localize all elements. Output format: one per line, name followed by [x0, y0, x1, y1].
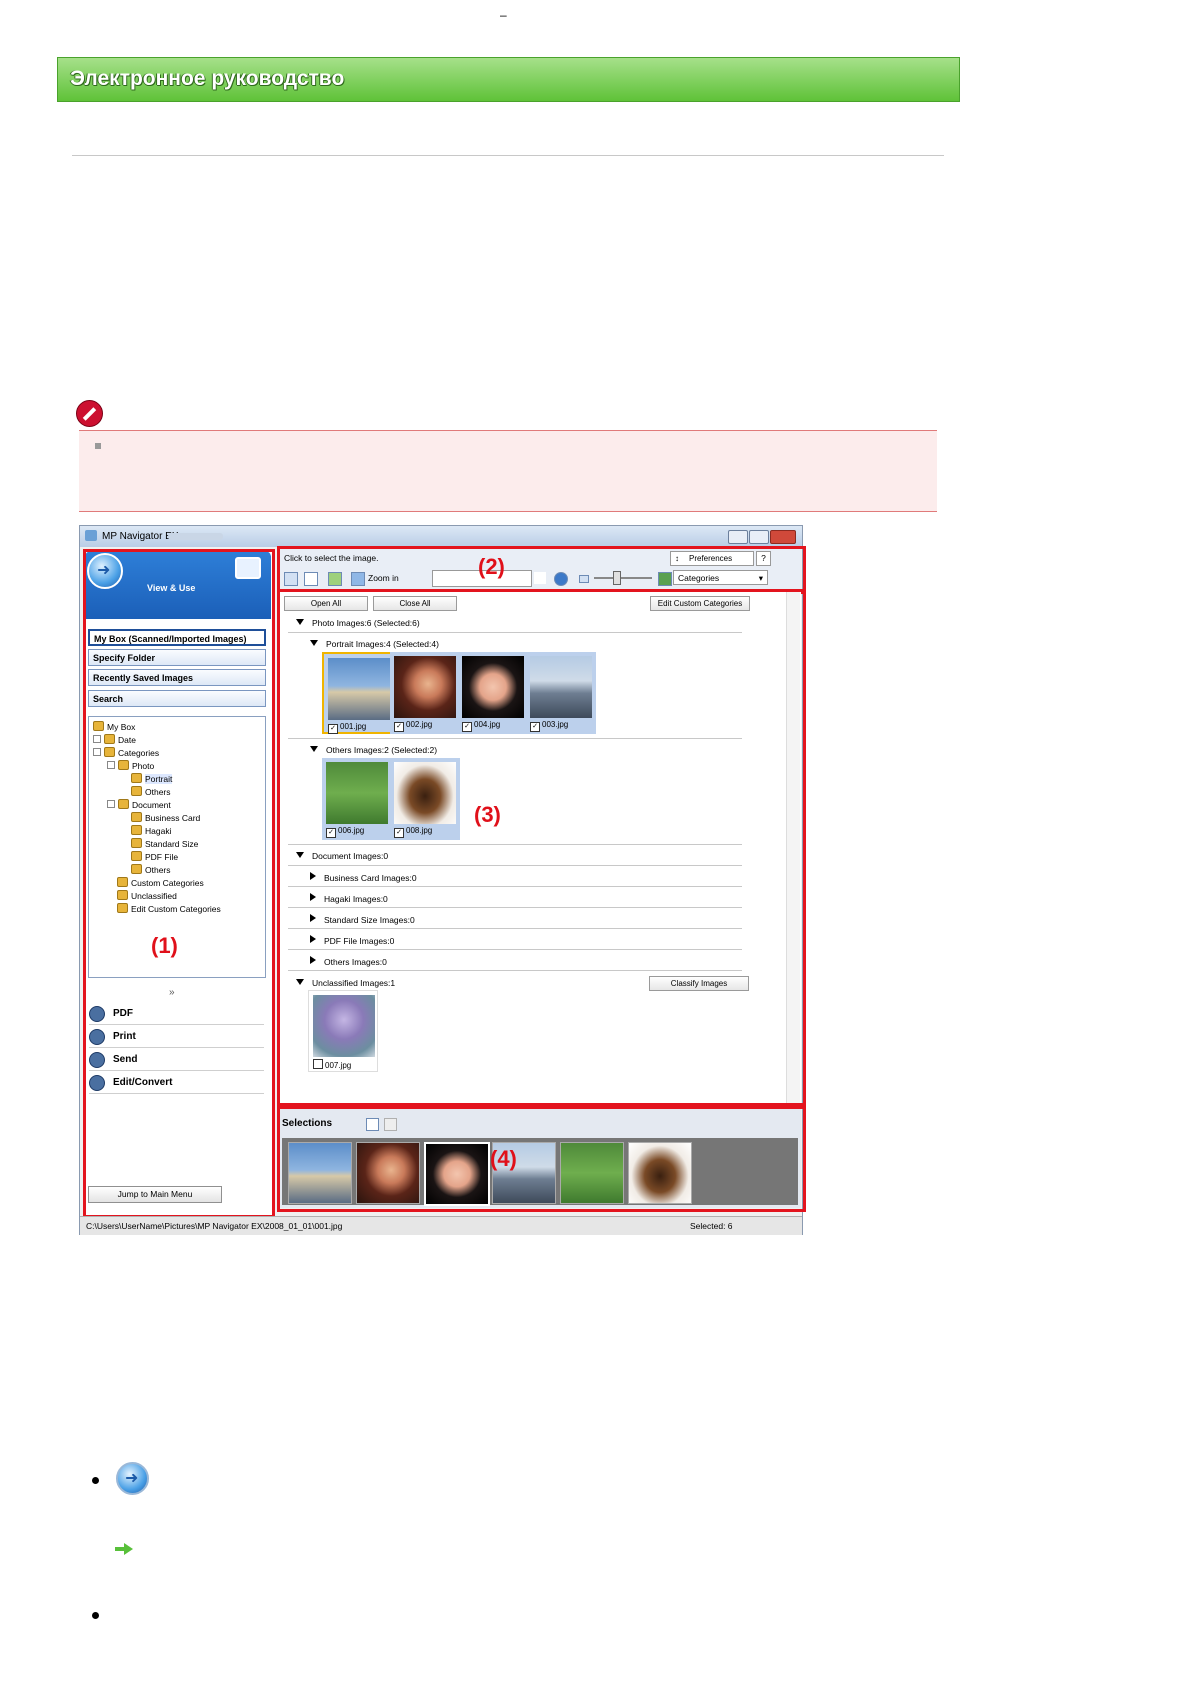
status-bar: C:\Users\UserName\Pictures\MP Navigator … — [80, 1216, 802, 1235]
arrow-right-icon[interactable] — [115, 1543, 133, 1555]
mp-navigator-window: MP Navigator EX View & Use My Box (Scann… — [79, 525, 806, 1235]
highlight-box-3 — [277, 589, 806, 1106]
caution-box — [79, 430, 937, 512]
bullet — [92, 1612, 99, 1619]
left-pane: View & Use My Box (Scanned/Imported Imag… — [83, 549, 275, 1218]
minimize-button[interactable] — [728, 530, 748, 544]
highlight-box-2 — [277, 546, 806, 594]
manual-banner: Электронное руководство — [57, 57, 960, 102]
caution-stop-icon — [76, 400, 103, 427]
caution-bullet — [95, 443, 101, 449]
close-button[interactable] — [770, 530, 796, 544]
highlight-box-4 — [277, 1106, 806, 1212]
status-selected: Selected: 6 — [690, 1221, 733, 1231]
title-bar: MP Navigator EX — [80, 526, 802, 547]
app-icon — [85, 530, 97, 541]
divider — [72, 155, 944, 156]
banner-title: Электронное руководство — [70, 67, 345, 90]
status-path: C:\Users\UserName\Pictures\MP Navigator … — [86, 1221, 343, 1231]
header-dash: – — [500, 8, 507, 22]
maximize-button[interactable] — [749, 530, 769, 544]
view-use-icon — [116, 1462, 149, 1495]
bullet — [92, 1477, 99, 1484]
highlight-box-1 — [83, 549, 275, 1218]
title-version-blur — [168, 533, 223, 540]
